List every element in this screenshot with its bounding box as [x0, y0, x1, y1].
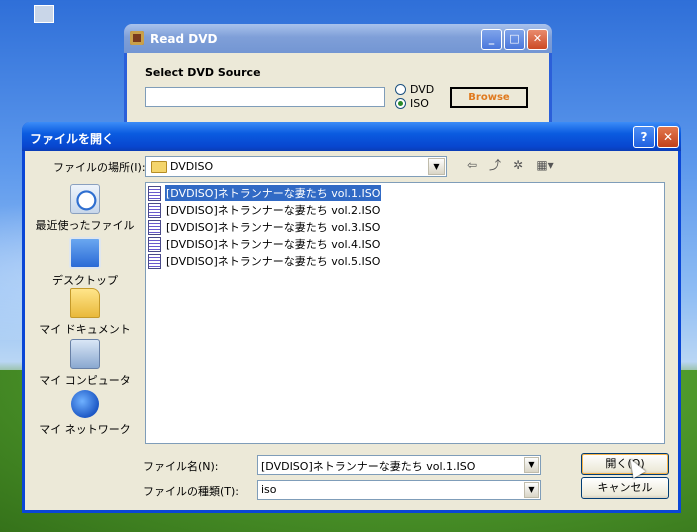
filetype-label: ファイルの種類(T):	[143, 485, 240, 498]
dialog-close-button[interactable]: ✕	[657, 126, 679, 148]
list-item[interactable]: [DVDISO]ネトランナーな妻たち vol.2.ISO	[148, 202, 381, 218]
chevron-down-icon[interactable]: ▼	[524, 457, 539, 473]
place-label: マイ ネットワーク	[39, 423, 131, 436]
file-list[interactable]: [DVDISO]ネトランナーな妻たち vol.1.ISO [DVDISO]ネトラ…	[145, 182, 665, 444]
filetype-select[interactable]: iso ▼	[257, 480, 541, 500]
source-input[interactable]	[145, 87, 385, 107]
source-label: Select DVD Source	[145, 66, 261, 79]
desktop-icon[interactable]	[34, 5, 54, 23]
window-title: Read DVD	[150, 32, 218, 46]
my-computer-icon	[70, 339, 100, 369]
my-documents-icon	[70, 288, 100, 318]
read-dvd-titlebar[interactable]: Read DVD _ □ ✕	[124, 24, 552, 53]
dialog-title: ファイルを開く	[30, 132, 115, 146]
close-button[interactable]: ✕	[527, 29, 548, 50]
recent-icon	[70, 184, 100, 214]
list-item[interactable]: [DVDISO]ネトランナーな妻たち vol.4.ISO	[148, 236, 381, 252]
filename-input[interactable]: [DVDISO]ネトランナーな妻たち vol.1.ISO ▼	[257, 455, 541, 475]
app-icon	[130, 31, 144, 45]
list-item[interactable]: [DVDISO]ネトランナーな妻たち vol.5.ISO	[148, 253, 381, 269]
place-label: 最近使ったファイル	[35, 219, 135, 232]
view-menu-icon[interactable]: ▦▾	[533, 157, 557, 174]
file-name: [DVDISO]ネトランナーな妻たち vol.4.ISO	[166, 238, 381, 251]
iso-file-icon	[148, 202, 161, 218]
file-name: [DVDISO]ネトランナーな妻たち vol.1.ISO	[165, 185, 382, 201]
chevron-down-icon[interactable]: ▼	[428, 158, 445, 175]
file-name: [DVDISO]ネトランナーな妻たち vol.5.ISO	[166, 255, 381, 268]
minimize-button[interactable]: _	[481, 29, 502, 50]
file-name: [DVDISO]ネトランナーな妻たち vol.2.ISO	[166, 204, 381, 217]
list-item[interactable]: [DVDISO]ネトランナーな妻たち vol.3.ISO	[148, 219, 381, 235]
file-open-dialog: ファイルを開く ? ✕ ファイルの場所(I): DVDISO ▼ ⇦ ⤴ ✲ ▦…	[22, 122, 681, 513]
cancel-button[interactable]: キャンセル	[581, 477, 669, 499]
iso-file-icon	[148, 236, 161, 252]
place-label: マイ コンピュータ	[39, 374, 131, 387]
lookin-combo[interactable]: DVDISO ▼	[145, 156, 447, 177]
iso-file-icon	[148, 253, 161, 269]
lookin-value: DVDISO	[170, 160, 214, 173]
place-network[interactable]: マイ ネットワーク	[31, 390, 139, 437]
help-button[interactable]: ?	[633, 126, 655, 148]
radio-iso-label: ISO	[410, 97, 429, 110]
up-folder-icon[interactable]: ⤴	[486, 157, 504, 174]
filename-label: ファイル名(N):	[143, 460, 219, 473]
browse-button[interactable]: Browse	[450, 87, 528, 108]
network-icon	[71, 390, 99, 418]
radio-dvd-dot[interactable]	[395, 84, 406, 95]
radio-dvd[interactable]: DVD	[395, 83, 434, 96]
place-my-documents[interactable]: マイ ドキュメント	[31, 288, 139, 337]
places-bar: 最近使ったファイル デスクトップ マイ ドキュメント マイ コンピュータ マイ …	[31, 182, 139, 444]
filename-value: [DVDISO]ネトランナーな妻たち vol.1.ISO	[261, 460, 476, 473]
read-dvd-window: Read DVD _ □ ✕ Select DVD Source DVD ISO…	[124, 24, 552, 137]
radio-iso[interactable]: ISO	[395, 97, 429, 110]
file-name: [DVDISO]ネトランナーな妻たち vol.3.ISO	[166, 221, 381, 234]
dialog-titlebar[interactable]: ファイルを開く ? ✕	[22, 122, 681, 151]
lookin-label: ファイルの場所(I):	[53, 161, 146, 174]
desktop-icon	[69, 237, 101, 269]
filetype-value: iso	[261, 483, 277, 496]
folder-icon	[151, 161, 167, 173]
place-label: マイ ドキュメント	[39, 323, 131, 336]
radio-dvd-label: DVD	[410, 83, 435, 96]
place-label: デスクトップ	[52, 274, 118, 287]
maximize-button[interactable]: □	[504, 29, 525, 50]
list-item[interactable]: [DVDISO]ネトランナーな妻たち vol.1.ISO	[148, 185, 382, 201]
iso-file-icon	[148, 219, 161, 235]
place-desktop[interactable]: デスクトップ	[31, 237, 139, 288]
new-folder-icon[interactable]: ✲	[509, 157, 527, 174]
chevron-down-icon[interactable]: ▼	[524, 482, 539, 498]
place-my-computer[interactable]: マイ コンピュータ	[31, 339, 139, 388]
place-recent[interactable]: 最近使ったファイル	[31, 184, 139, 233]
radio-iso-dot[interactable]	[395, 98, 406, 109]
back-icon[interactable]: ⇦	[463, 157, 481, 174]
iso-file-icon	[148, 185, 161, 201]
